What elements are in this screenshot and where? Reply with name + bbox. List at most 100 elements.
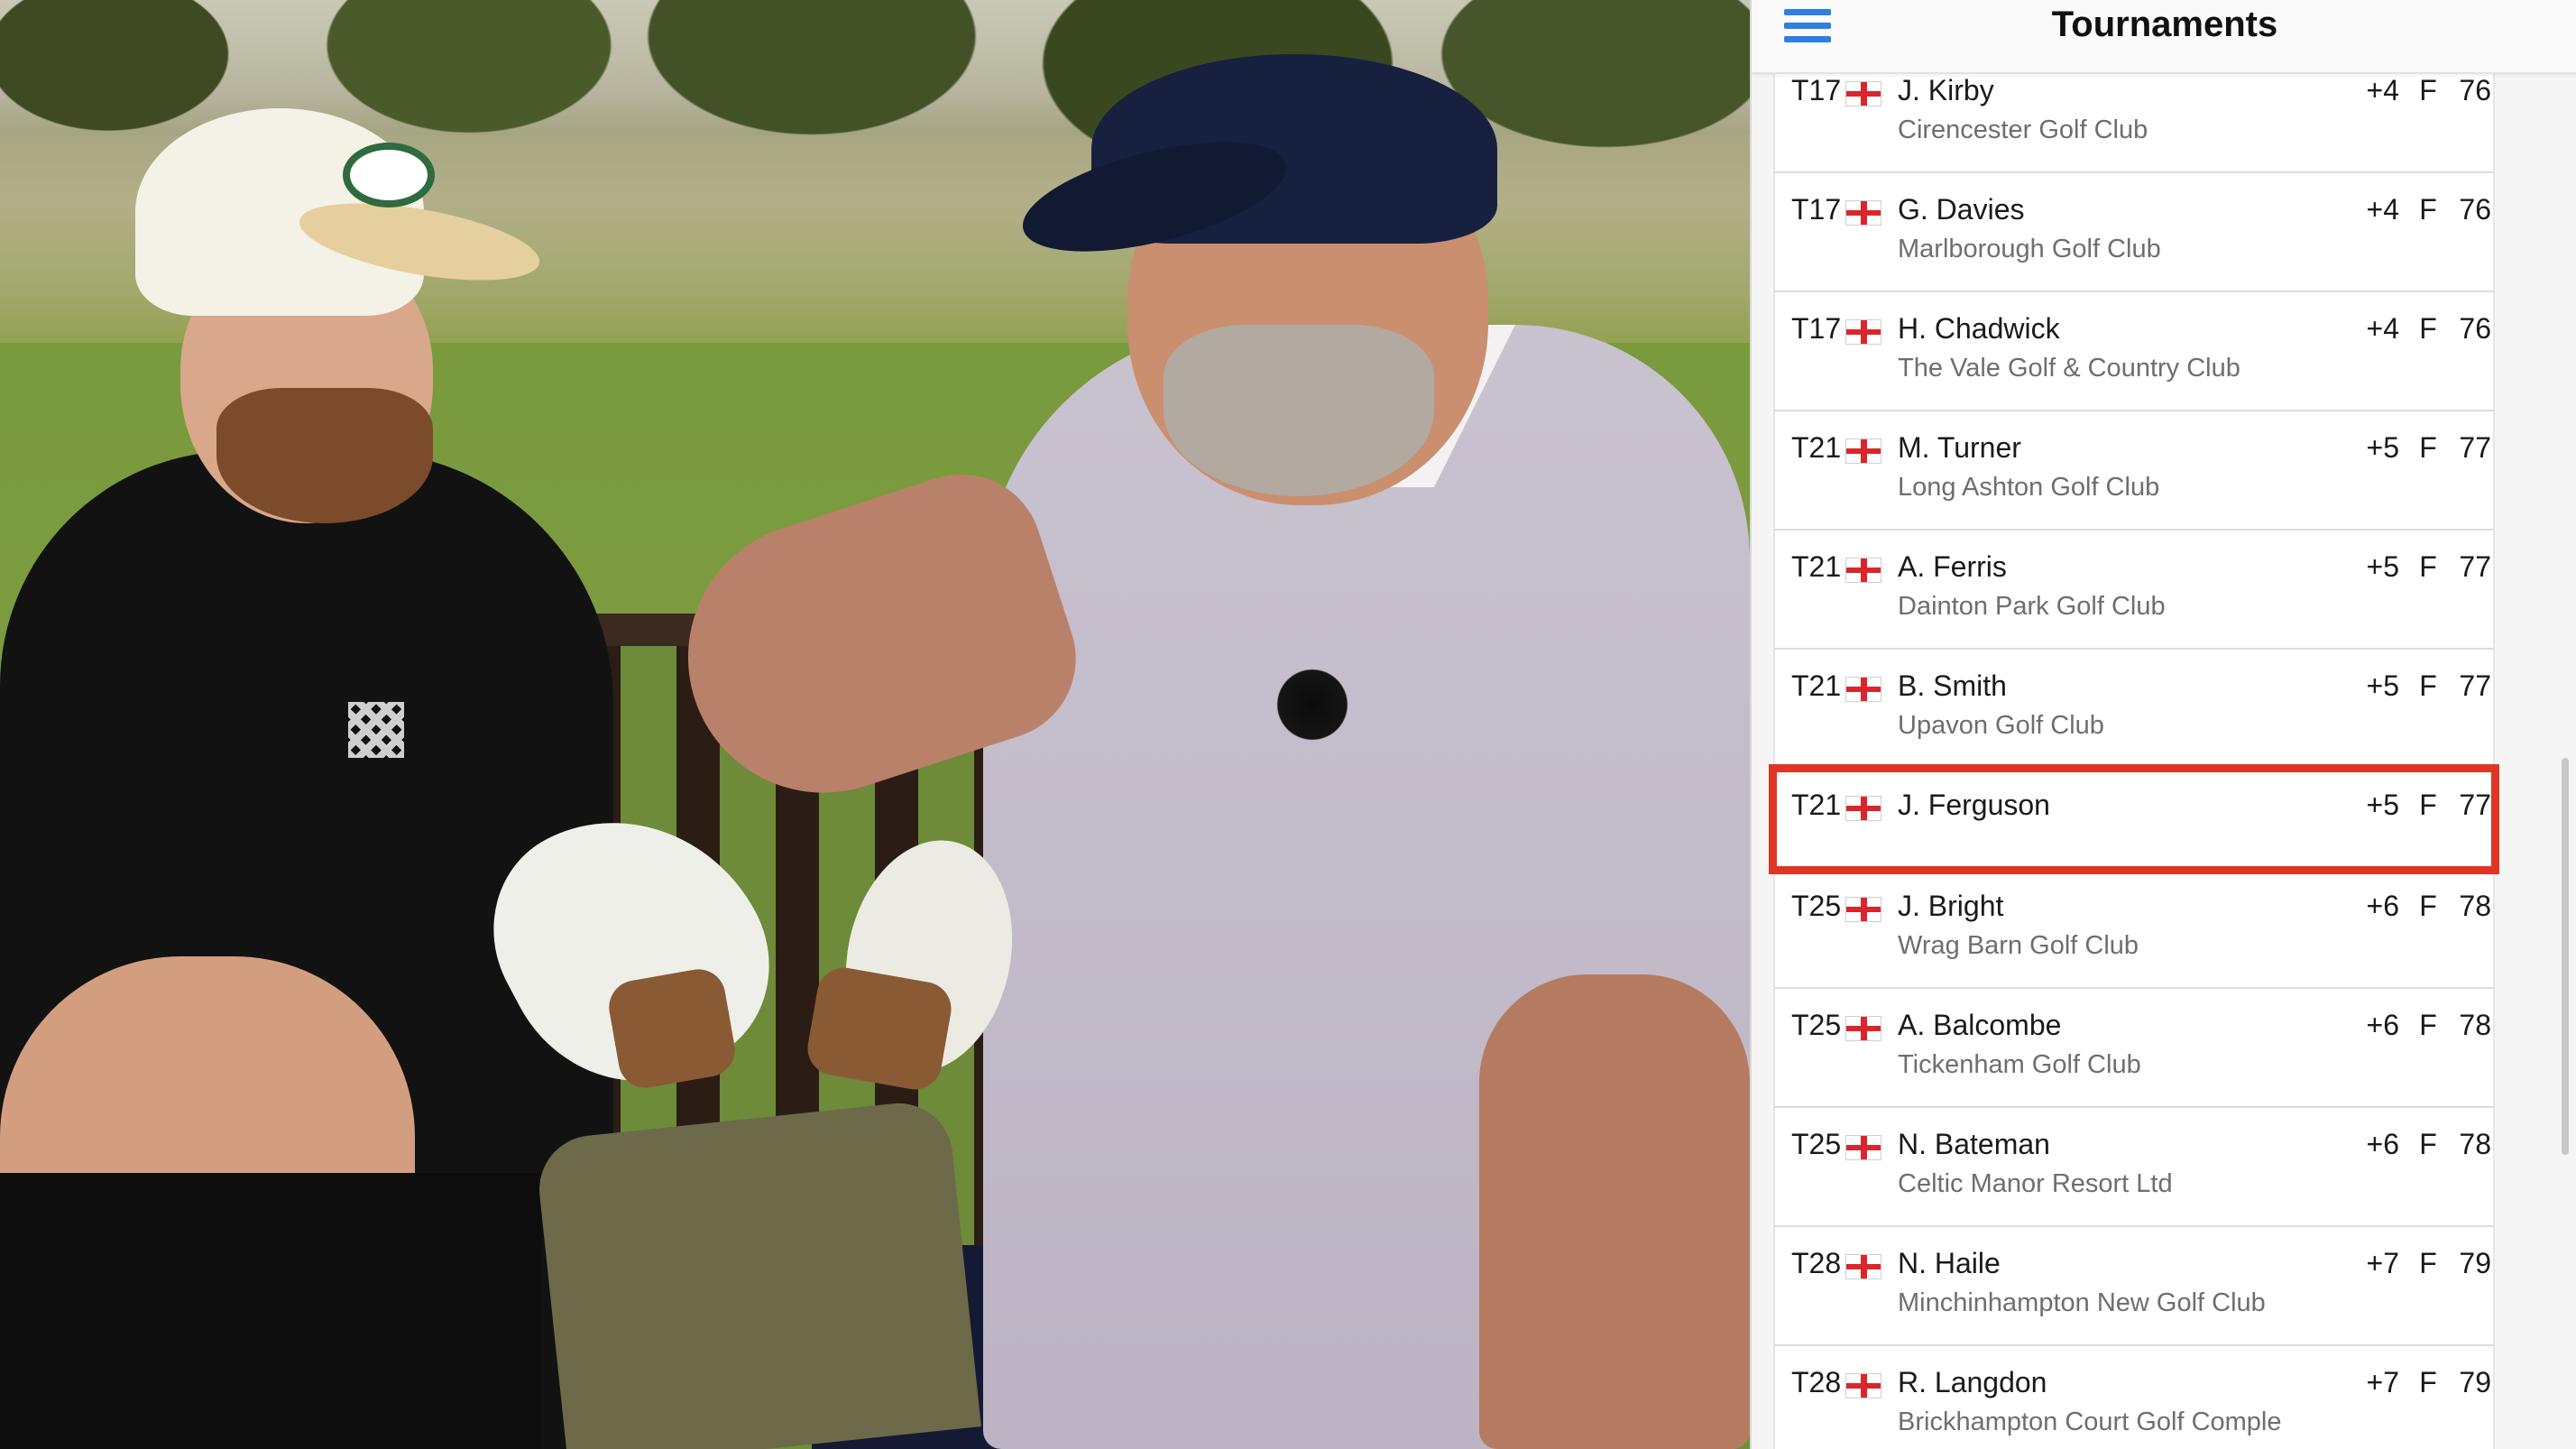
player-name: J. Kirby (1898, 74, 1994, 106)
to-par-value: +4 (2366, 312, 2399, 345)
to-par-value: +4 (2366, 74, 2399, 106)
player-name: G. Davies (1898, 193, 2025, 226)
score-value: 77 (2459, 550, 2491, 583)
to-par-value: +7 (2366, 1247, 2399, 1279)
player-name: A. Ferris (1898, 550, 2007, 583)
club-name: Cirencester Golf Club (1898, 115, 2148, 144)
video-frame (0, 0, 1750, 1449)
position-label: T28 (1791, 1247, 1842, 1279)
player-name: J. Ferguson (1898, 789, 2050, 821)
shirt-logo-icon (348, 702, 404, 758)
player-name: M. Turner (1898, 431, 2021, 464)
position-label: T21 (1791, 431, 1842, 464)
to-par-value: +5 (2366, 550, 2399, 583)
thru-value: F (2419, 669, 2437, 702)
position-label: T17 (1791, 74, 1842, 106)
club-name: Wrag Barn Golf Club (1898, 931, 2139, 960)
player-name: N. Bateman (1898, 1128, 2050, 1160)
player-name: J. Bright (1898, 890, 2004, 922)
england-flag-icon (1845, 1016, 1881, 1041)
leaderboard-list[interactable]: T17 J. Kirby Cirencester Golf Club +4 F 76 T17… (1769, 54, 2499, 1449)
score-value: 79 (2459, 1366, 2491, 1398)
player-name: N. Haile (1898, 1247, 2001, 1279)
england-flag-icon (1845, 796, 1881, 821)
tournaments-panel: T17 J. Kirby Cirencester Golf Club +4 F 76 T17… (1750, 0, 2576, 1449)
position-label: T25 (1791, 1128, 1842, 1160)
leaderboard-row[interactable]: T28 R. Langdon Brickhampton Court Golf Com… (1773, 1346, 2495, 1449)
thru-value: F (2419, 312, 2437, 345)
hamburger-menu-icon[interactable] (1784, 9, 1831, 43)
to-par-value: +7 (2366, 1366, 2399, 1398)
thru-value: F (2419, 890, 2437, 922)
position-label: T21 (1791, 789, 1842, 821)
leaderboard-row[interactable]: T21 B. Smith Upavon Golf Club +5 F 77 (1773, 650, 2495, 769)
leaderboard-row[interactable]: T25 N. Bateman Celtic Manor Resort Ltd +6 F 7… (1773, 1108, 2495, 1227)
position-label: T21 (1791, 669, 1842, 702)
england-flag-icon (1845, 319, 1881, 345)
position-label: T28 (1791, 1366, 1842, 1398)
england-flag-icon (1845, 81, 1881, 106)
panel-title: Tournaments (2051, 5, 2278, 44)
score-value: 76 (2459, 312, 2491, 345)
position-label: T25 (1791, 1009, 1842, 1041)
headcover-trim (604, 964, 740, 1093)
thru-value: F (2419, 431, 2437, 464)
score-value: 77 (2459, 789, 2491, 821)
club-name: Celtic Manor Resort Ltd (1898, 1169, 2173, 1198)
thru-value: F (2419, 550, 2437, 583)
leaderboard-row[interactable]: T17 G. Davies Marlborough Golf Club +4 F 76 (1773, 173, 2495, 292)
position-label: T17 (1791, 312, 1842, 345)
leaderboard-row[interactable]: T21 M. Turner Long Ashton Golf Club +5 F 77 (1773, 411, 2495, 531)
thru-value: F (2419, 1128, 2437, 1160)
person-left-beard (216, 388, 433, 523)
leaderboard-row[interactable]: T17 H. Chadwick The Vale Golf & Country Cl… (1773, 292, 2495, 411)
club-name: The Vale Golf & Country Club (1898, 354, 2240, 383)
leaderboard-row[interactable]: T21 A. Ferris Dainton Park Golf Club +5 F 77 (1773, 531, 2495, 650)
england-flag-icon (1845, 200, 1881, 226)
leaderboard-row[interactable]: T25 A. Balcombe Tickenham Golf Club +6 F 78 (1773, 989, 2495, 1108)
score-value: 76 (2459, 74, 2491, 106)
thru-value: F (2419, 1247, 2437, 1279)
to-par-value: +5 (2366, 789, 2399, 821)
score-value: 77 (2459, 669, 2491, 702)
position-label: T25 (1791, 890, 1842, 922)
score-value: 78 (2459, 1009, 2491, 1041)
england-flag-icon (1845, 1373, 1881, 1398)
to-par-value: +4 (2366, 193, 2399, 226)
score-value: 78 (2459, 1128, 2491, 1160)
lapel-mic-icon (1272, 664, 1353, 745)
person-right-forearm (1479, 974, 1750, 1449)
scrollbar[interactable] (2562, 758, 2569, 1155)
position-label: T21 (1791, 550, 1842, 583)
england-flag-icon (1845, 1135, 1881, 1160)
to-par-value: +6 (2366, 1128, 2399, 1160)
leaderboard-row-highlighted[interactable]: T21 J. Ferguson +5 F 77 (1769, 764, 2499, 874)
player-name: A. Balcombe (1898, 1009, 2062, 1041)
score-value: 76 (2459, 193, 2491, 226)
thru-value: F (2419, 1009, 2437, 1041)
to-par-value: +6 (2366, 1009, 2399, 1041)
leaderboard-row[interactable]: T25 J. Bright Wrag Barn Golf Club +6 F 78 (1773, 870, 2495, 989)
person-left-legs (0, 1173, 541, 1449)
score-value: 79 (2459, 1247, 2491, 1279)
england-flag-icon (1845, 897, 1881, 922)
score-value: 77 (2459, 431, 2491, 464)
england-flag-icon (1845, 677, 1881, 702)
club-name: Dainton Park Golf Club (1898, 592, 2166, 621)
cap-badge-icon (343, 143, 435, 208)
england-flag-icon (1845, 438, 1881, 464)
thru-value: F (2419, 74, 2437, 106)
player-name: H. Chadwick (1898, 312, 2060, 345)
club-name: Upavon Golf Club (1898, 711, 2104, 740)
to-par-value: +5 (2366, 431, 2399, 464)
club-name: Long Ashton Golf Club (1898, 473, 2160, 502)
thru-value: F (2419, 789, 2437, 821)
score-value: 78 (2459, 890, 2491, 922)
england-flag-icon (1845, 558, 1881, 583)
to-par-value: +5 (2366, 669, 2399, 702)
club-name: Marlborough Golf Club (1898, 235, 2161, 263)
position-label: T17 (1791, 193, 1842, 226)
to-par-value: +6 (2366, 890, 2399, 922)
leaderboard-row[interactable]: T28 N. Haile Minchinhampton New Golf Club +… (1773, 1227, 2495, 1346)
thru-value: F (2419, 1366, 2437, 1398)
